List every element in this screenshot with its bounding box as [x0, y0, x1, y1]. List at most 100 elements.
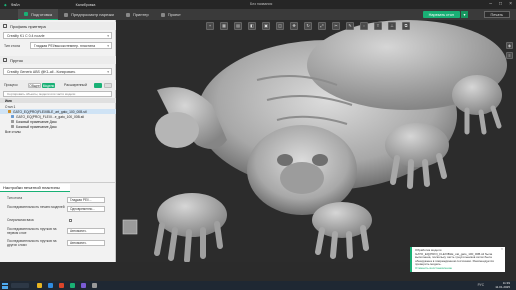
bed-type-select[interactable]: Гладкая PEI/высокотемпер. пластина ▾ — [30, 42, 112, 49]
preview-icon — [64, 12, 69, 17]
tree-item-label: GATO_EQ(PRO)FLEXIBLE_art_gato_100_00B.st… — [13, 109, 87, 114]
start-icon[interactable] — [2, 282, 8, 289]
viewport-right-toolbar: ◈ ≡ — [506, 42, 514, 59]
browser-icon[interactable] — [48, 283, 53, 288]
filament-select[interactable]: Creality Generic ABS @K1-all - Копироват… — [3, 68, 112, 75]
slice-view-icon[interactable]: ≡ — [506, 52, 513, 59]
layout-icon[interactable]: ▤ — [234, 21, 242, 30]
filament-section-header[interactable]: Пруток — [0, 56, 116, 64]
tree-item-label: Базовый примечание Диск — [16, 119, 57, 124]
print-button[interactable]: Печать — [483, 11, 510, 18]
bed-type-value: Гладкая PEI/высокотемпер. пластина — [34, 43, 96, 48]
tab-prepare[interactable]: Подготовка — [18, 9, 59, 20]
split-icon[interactable]: ◫ — [276, 21, 284, 30]
plate-settings-tab[interactable]: Настройки печатной пластины — [0, 184, 70, 192]
param-print-sequence-select[interactable]: Одновременно... — [67, 206, 105, 212]
taskbar-search[interactable] — [11, 283, 29, 288]
printer-select[interactable]: Creality K1 C 0.4 nozzle ▾ — [3, 32, 112, 39]
maximize-icon[interactable]: □ — [499, 1, 502, 7]
cut-icon[interactable]: ✂ — [332, 21, 340, 30]
chevron-down-icon: ▾ — [107, 44, 109, 48]
3d-viewport[interactable]: + ▦ ▤ ◧ ▣ ◫ ✥ ↻ ⤢ ✂ ✎ ◌ T ⊥ ⧉ ◈ ≡ — [117, 20, 516, 262]
calibration-menu[interactable]: Калибровка — [76, 3, 96, 7]
tree-item-label: Все столы — [5, 129, 21, 134]
process-label: Процесс — [4, 83, 18, 87]
process-bar: Процесс Общее Модели Расширенный — [0, 80, 116, 90]
spiral-vase-checkbox[interactable] — [69, 219, 72, 222]
viewport-toolbar: + ▦ ▤ ◧ ▣ ◫ ✥ ↻ ⤢ ✂ ✎ ◌ T ⊥ ⧉ — [206, 21, 438, 30]
advanced-toggle[interactable] — [94, 83, 102, 88]
minimize-icon[interactable]: – — [489, 1, 492, 7]
param-value: Гладкая PEI/... — [70, 198, 92, 202]
process-mode-objects[interactable]: Модели — [42, 83, 55, 88]
printer-icon — [3, 24, 7, 28]
param-label: Последовательность печати моделей — [7, 205, 65, 209]
tree-header: Имя — [0, 98, 116, 103]
tab-preview[interactable]: Предпросмотр нарезки — [58, 9, 120, 20]
plate-settings-title: Настройки печатной пластины — [3, 185, 60, 190]
slice-plate-button[interactable]: Нарезать стол — [422, 11, 460, 18]
tree-header-label: Имя — [5, 98, 12, 103]
tree-item-all[interactable]: Все столы — [0, 129, 116, 134]
bed-type-label: Тип стола — [4, 44, 20, 48]
tab-prepare-label: Подготовка — [31, 11, 53, 17]
text-icon[interactable]: T — [374, 21, 382, 30]
object-icon — [8, 110, 11, 113]
language-indicator[interactable]: РУС — [478, 283, 484, 287]
printer-select-value: Creality K1 C 0.4 nozzle — [7, 33, 45, 38]
divider — [0, 182, 116, 183]
clock[interactable]: 11:39 11.01.2025 — [495, 281, 510, 289]
slicer-icon[interactable] — [70, 283, 75, 288]
tab-project[interactable]: Проект — [155, 9, 187, 20]
tab-printer[interactable]: Принтер — [120, 9, 155, 20]
arrange-icon[interactable]: ▣ — [262, 21, 270, 30]
tab-project-label: Проект — [167, 12, 181, 17]
param-bed-type-select[interactable]: Гладкая PEI/... — [67, 197, 105, 203]
objects-filter-placeholder: Сортировать объекты, модели или части мо… — [7, 92, 76, 96]
modifier-icon — [11, 120, 14, 123]
taskbar-apps — [37, 283, 97, 288]
param-value: Автоматич. — [70, 229, 87, 233]
param-value: Одновременно... — [70, 207, 95, 211]
close-icon[interactable]: × — [501, 247, 503, 252]
seam-icon[interactable]: ◌ — [360, 21, 368, 30]
add-icon[interactable]: + — [206, 21, 214, 30]
measure-icon[interactable]: ⊥ — [388, 21, 396, 30]
project-icon — [160, 12, 165, 17]
close-icon[interactable]: × — [509, 1, 512, 7]
process-settings-icon[interactable] — [104, 83, 112, 88]
modifier-icon — [11, 125, 14, 128]
explorer-icon[interactable] — [37, 283, 42, 288]
grid-icon[interactable]: ▦ — [220, 21, 228, 30]
notification-toast: × Обработка модели GATO_EQ(PRO)_FLEXIBLE… — [410, 247, 505, 272]
tree-item-label: GATO_EQ(PRO)_FLEXI...e_gato_100_00B.stl — [16, 114, 85, 119]
param-print-sequence: Последовательность печати моделей Одновр… — [3, 205, 113, 216]
paint-icon[interactable]: ✎ — [346, 21, 354, 30]
param-first-layer-order-select[interactable]: Автоматич. — [67, 228, 105, 234]
process-mode-global[interactable]: Общее — [28, 83, 41, 88]
scale-icon[interactable]: ⤢ — [318, 21, 326, 30]
param-first-layer-order: Последовательность прутков на первом сло… — [3, 227, 113, 238]
clock-date: 11.01.2025 — [495, 284, 510, 289]
param-other-layer-order: Последовательность прутков на других сло… — [3, 239, 113, 250]
file-menu[interactable]: Файл — [11, 3, 20, 7]
app-icon[interactable] — [92, 283, 97, 288]
move-icon[interactable]: ✥ — [290, 21, 298, 30]
chevron-down-icon: ▾ — [107, 70, 109, 74]
objects-filter-input[interactable]: Сортировать объекты, модели или части мо… — [3, 91, 112, 97]
model-render — [117, 20, 516, 262]
printer-section-header[interactable]: Профиль принтера — [0, 22, 116, 30]
tab-printer-label: Принтер — [132, 12, 149, 17]
filament-select-value: Creality Generic ABS @K1-all - Копироват… — [7, 69, 76, 74]
app-icon[interactable] — [59, 283, 64, 288]
view-icon[interactable]: ◈ — [506, 42, 513, 49]
rotate-icon[interactable]: ↻ — [304, 21, 312, 30]
assembly-icon[interactable]: ⧉ — [402, 21, 410, 30]
sidebar: Профиль принтера Creality K1 C 0.4 nozzl… — [0, 20, 116, 262]
part-icon — [11, 115, 14, 118]
slice-dropdown-icon[interactable]: ▾ — [461, 11, 468, 18]
notification-link[interactable]: Отменить восстановление — [415, 266, 502, 271]
orient-icon[interactable]: ◧ — [248, 21, 256, 30]
app-icon[interactable] — [81, 283, 86, 288]
param-other-layer-order-select[interactable]: Автоматич. — [67, 240, 105, 246]
